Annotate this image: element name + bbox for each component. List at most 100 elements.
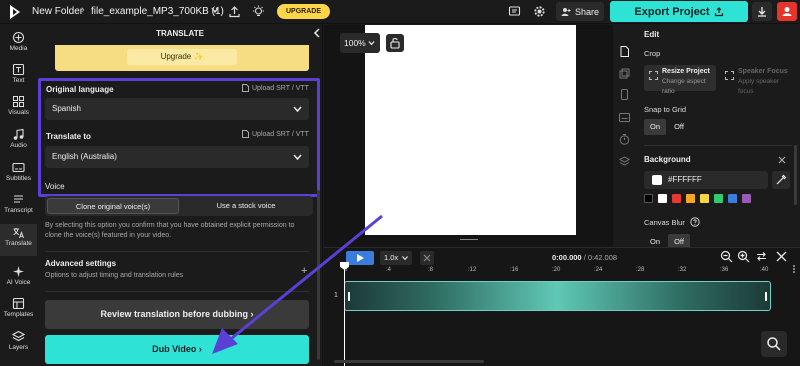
sidebar-item-audio[interactable]: Audio [0,126,37,158]
search-icon [767,337,781,351]
help-icon[interactable] [690,217,700,227]
expand-plus-icon[interactable]: + [301,265,307,277]
sidebar-item-layers[interactable]: Layers [0,328,37,360]
project-title[interactable]: file_example_MP3_700KB (1) [91,6,224,17]
close-icon[interactable] [778,156,786,164]
timeline-scrollbar[interactable] [334,360,484,363]
clip-handle-left[interactable] [348,292,350,301]
tick-label: :8 [428,267,434,273]
video-canvas[interactable] [365,25,576,235]
tick-label: :20 [552,267,561,273]
sidebar-item-translate[interactable]: Translate [0,224,37,256]
close-icon [423,254,431,262]
timecode: 0:00.000 / 0:42.008 [552,253,617,262]
divider [644,145,792,146]
sidebar-item-subtitles[interactable]: Subtitles [0,159,37,191]
file-icon [242,84,249,92]
total-time: / 0:42.008 [583,253,618,262]
timer-icon[interactable] [619,134,630,145]
tick-label: :28 [636,267,645,273]
sidebar-item-templates[interactable]: Templates [0,295,37,327]
split-button[interactable] [420,251,434,265]
resize-handle[interactable] [460,239,478,242]
original-language-select[interactable]: Spanish [45,98,309,120]
snap-off-toggle[interactable]: Off [668,119,690,135]
swatch-green[interactable] [714,194,723,203]
tick-label: :40 [760,267,769,273]
edit-title: Edit [644,30,660,39]
snap-to-grid-label: Snap to Grid [644,105,687,114]
swatch-purple[interactable] [742,194,751,203]
sidebar-item-text[interactable]: Text [0,61,37,93]
resize-project-button[interactable]: Resize Project Change aspect ratio [644,65,716,95]
original-language-value: Spanish [52,104,81,113]
upgrade-button[interactable]: UPGRADE [277,4,330,19]
export-project-button[interactable]: Export Project [610,1,748,22]
eyedropper-button[interactable] [772,171,790,189]
clip-handle-right[interactable] [765,292,767,301]
upload-icon[interactable] [228,5,241,18]
chevron-down-icon[interactable] [210,5,220,15]
gear-icon[interactable] [533,5,546,18]
tick-label: :24 [594,267,603,273]
upload-srt-link-original[interactable]: Upload SRT / VTT [242,84,309,92]
play-button[interactable] [346,251,374,265]
phone-icon[interactable] [619,89,630,100]
playback-speed-select[interactable]: 1.0x [380,251,412,265]
sidebar-item-ai-voice[interactable]: AI Voice [0,263,37,295]
background-color-value: #FFFFFF [668,175,702,184]
upgrade-banner-button[interactable]: Upgrade ✨ [127,49,237,65]
search-button[interactable] [761,331,787,357]
close-icon[interactable] [775,250,788,263]
sidebar-item-label: Translate [5,240,32,247]
lock-button[interactable] [386,34,404,52]
document-icon[interactable] [619,46,630,57]
dub-video-button[interactable]: Dub Video › [45,335,309,364]
clone-voice-option[interactable]: Clone original voice(s) [47,198,179,214]
review-translation-button[interactable]: Review translation before dubbing › [45,300,309,329]
sidebar-item-label: Visuals [8,109,29,116]
playhead[interactable] [344,262,345,366]
translate-to-select[interactable]: English (Australia) [45,146,309,168]
fit-icon[interactable] [755,250,768,263]
lightbulb-icon[interactable] [252,5,265,18]
background-color-input[interactable]: #FFFFFF [644,171,768,189]
sidebar-item-media[interactable]: Media [0,29,37,61]
logo-icon[interactable] [8,4,22,20]
time-ruler[interactable]: 0 :4 :8 :12 :16 :20 :24 :28 :32 :36 :40 [344,265,800,277]
audio-clip[interactable] [344,281,771,311]
zoom-select[interactable]: 100% [340,33,380,53]
share-label: Share [574,6,600,17]
subtitle-box-icon[interactable] [619,112,630,123]
share-button[interactable]: Share [556,2,604,21]
upload-srt-link-translate[interactable]: Upload SRT / VTT [242,130,309,138]
panel-scrollbar[interactable] [317,190,320,360]
stock-voice-option[interactable]: Use a stock voice [181,198,311,214]
swatch-yellow[interactable] [700,194,709,203]
stack-icon[interactable] [619,156,630,167]
sidebar-item-transcript[interactable]: Transcript [0,191,37,223]
swatch-white[interactable] [658,194,667,203]
swatch-blue[interactable] [728,194,737,203]
breadcrumb-folder[interactable]: New Folder [32,6,83,17]
layers-icon [12,330,25,342]
advanced-settings-title[interactable]: Advanced settings [45,259,116,268]
swatch-red[interactable] [672,194,681,203]
swatch-black[interactable] [644,194,653,203]
copy-icon[interactable] [619,68,630,79]
swatch-orange[interactable] [686,194,695,203]
notifications-button[interactable] [777,2,797,21]
speaker-focus-button[interactable]: Speaker Focus Apply speaker focus [720,65,792,95]
edit-panel: Edit Crop Resize Project Change aspect r… [636,25,800,250]
app-window: New Folder › file_example_MP3_700KB (1) … [0,0,800,366]
translate-to-value: English (Australia) [52,152,117,161]
download-button[interactable] [752,2,772,21]
zoom-out-icon[interactable] [720,250,733,263]
resize-project-title: Resize Project [662,68,710,75]
edit-scrollbar[interactable] [794,145,797,205]
zoom-in-icon[interactable] [737,250,750,263]
sidebar-item-visuals[interactable]: Visuals [0,93,37,125]
chevron-left-icon[interactable] [313,28,321,38]
comments-icon[interactable] [508,5,521,18]
snap-on-toggle[interactable]: On [644,119,666,135]
